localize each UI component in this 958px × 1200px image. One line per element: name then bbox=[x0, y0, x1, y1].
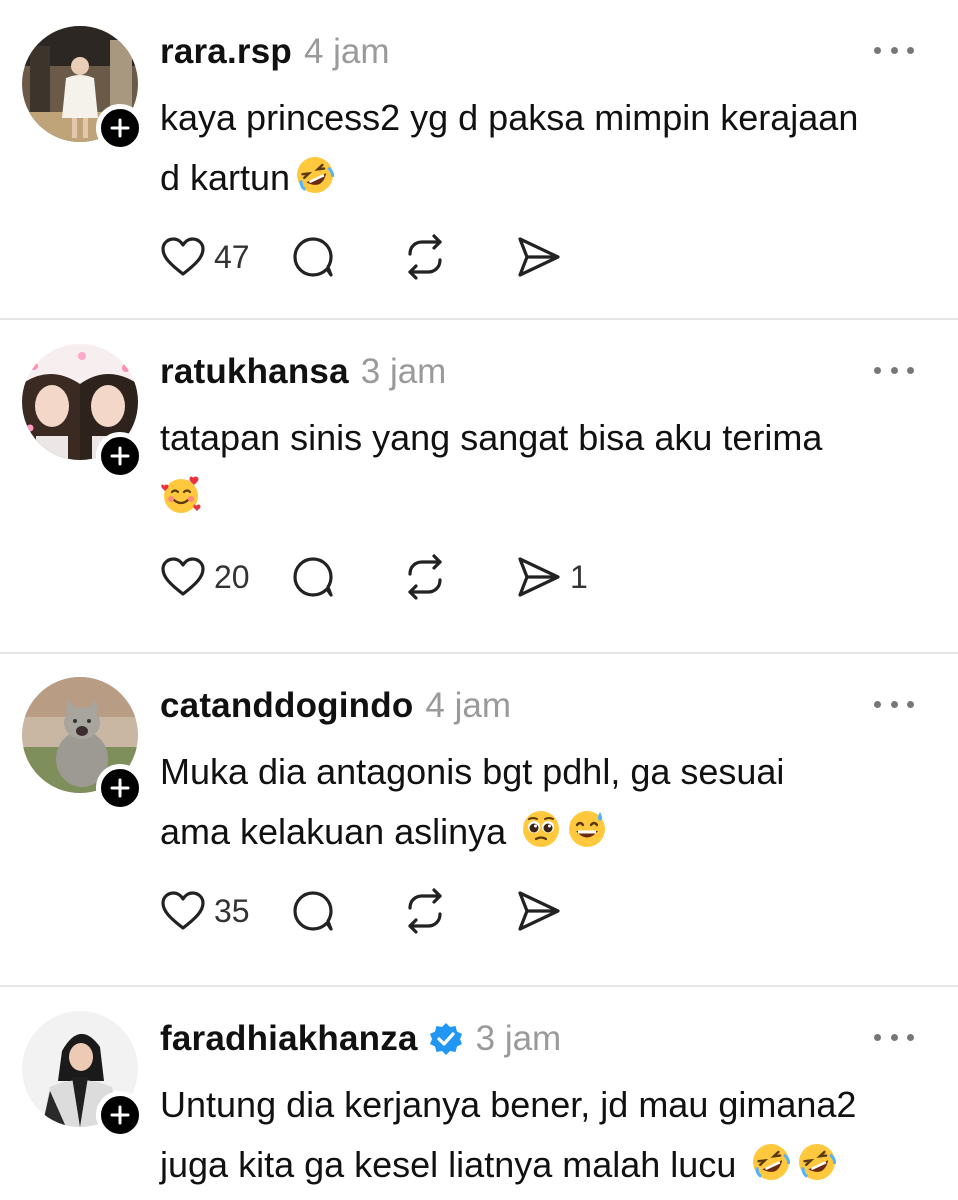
follow-plus-button[interactable] bbox=[96, 1091, 144, 1139]
rolling-laughing-emoji-icon bbox=[753, 1144, 791, 1180]
dot-icon bbox=[874, 46, 881, 54]
post-time: 4 jam bbox=[425, 686, 512, 725]
send-icon bbox=[518, 891, 560, 931]
post-header: catanddogindo 4 jam bbox=[160, 684, 511, 728]
send-icon bbox=[518, 557, 560, 597]
username[interactable]: catanddogindo bbox=[160, 686, 413, 726]
post-text: kaya princess2 yg d paksa mimpin kerajaa… bbox=[160, 88, 940, 208]
post-item: catanddogindo 4 jam Muka dia antagonis b… bbox=[0, 654, 958, 987]
share-count: 1 bbox=[570, 558, 588, 595]
comment-icon bbox=[293, 557, 333, 597]
post-actions: 20 1 bbox=[160, 552, 634, 602]
post-text-line: kaya princess2 yg d paksa mimpin kerajaa… bbox=[160, 97, 859, 138]
post-item: rara.rsp 4 jam kaya princess2 yg d paksa… bbox=[0, 0, 958, 320]
threads-feed: rara.rsp 4 jam kaya princess2 yg d paksa… bbox=[0, 0, 958, 1200]
post-header: ratukhansa 3 jam bbox=[160, 350, 446, 394]
post-text: tatapan sinis yang sangat bisa aku terim… bbox=[160, 408, 940, 528]
like-button[interactable]: 47 bbox=[160, 236, 290, 278]
dot-icon bbox=[907, 700, 914, 708]
post-actions: 35 bbox=[160, 886, 634, 936]
share-button[interactable] bbox=[514, 888, 634, 934]
plus-icon bbox=[110, 1105, 130, 1125]
dot-icon bbox=[890, 366, 898, 374]
post-text-line: tatapan sinis yang sangat bisa aku terim… bbox=[160, 417, 823, 458]
dot-icon bbox=[907, 1033, 914, 1041]
username[interactable]: rara.rsp bbox=[160, 32, 292, 72]
dot-icon bbox=[907, 366, 914, 374]
follow-plus-button[interactable] bbox=[96, 432, 144, 480]
repost-icon bbox=[408, 888, 442, 934]
send-icon bbox=[518, 237, 560, 277]
like-count: 35 bbox=[214, 892, 250, 929]
dot-icon bbox=[890, 46, 898, 54]
reply-button[interactable] bbox=[290, 554, 402, 600]
grinning-sweat-emoji-icon bbox=[569, 811, 606, 847]
repost-button[interactable] bbox=[402, 234, 514, 280]
plus-icon bbox=[110, 118, 130, 138]
rolling-laughing-emoji-icon bbox=[297, 157, 335, 193]
dot-icon bbox=[874, 1033, 881, 1041]
share-button[interactable] bbox=[514, 234, 634, 280]
username[interactable]: faradhiakhanza bbox=[160, 1019, 418, 1059]
dot-icon bbox=[890, 700, 898, 708]
dot-icon bbox=[874, 700, 881, 708]
post-item: faradhiakhanza 3 jam Untung dia kerjanya… bbox=[0, 987, 958, 1200]
username[interactable]: ratukhansa bbox=[160, 352, 349, 392]
post-item: ratukhansa 3 jam tatapan sinis yang sang… bbox=[0, 320, 958, 654]
verified-badge-icon bbox=[428, 1021, 464, 1057]
post-text: Muka dia antagonis bgt pdhl, ga sesuai a… bbox=[160, 742, 940, 862]
post-time: 3 jam bbox=[360, 352, 447, 391]
like-count: 20 bbox=[214, 558, 250, 595]
reply-button[interactable] bbox=[290, 234, 402, 280]
more-options-button[interactable] bbox=[874, 38, 914, 62]
post-actions: 47 bbox=[160, 232, 634, 282]
post-text-line: ama kelakuan aslinya bbox=[160, 811, 517, 852]
post-text-line: Untung dia kerjanya bener, jd mau gimana… bbox=[160, 1084, 857, 1125]
more-options-button[interactable] bbox=[874, 1025, 914, 1049]
dot-icon bbox=[874, 366, 881, 374]
heart-icon bbox=[161, 557, 205, 596]
pleading-face-emoji-icon bbox=[523, 811, 560, 847]
reply-button[interactable] bbox=[290, 888, 402, 934]
follow-plus-button[interactable] bbox=[96, 764, 144, 812]
repost-button[interactable] bbox=[402, 888, 514, 934]
comment-icon bbox=[293, 891, 333, 931]
follow-plus-button[interactable] bbox=[96, 104, 144, 152]
smiling-hearts-emoji-icon bbox=[161, 476, 201, 513]
post-header: rara.rsp 4 jam bbox=[160, 30, 390, 74]
heart-icon bbox=[161, 237, 205, 276]
comment-icon bbox=[293, 237, 333, 277]
post-text-line: d kartun bbox=[160, 157, 291, 198]
post-header: faradhiakhanza 3 jam bbox=[160, 1017, 561, 1061]
rolling-laughing-emoji-icon bbox=[799, 1144, 837, 1180]
post-text: Untung dia kerjanya bener, jd mau gimana… bbox=[160, 1075, 940, 1195]
repost-button[interactable] bbox=[402, 554, 514, 600]
plus-icon bbox=[110, 778, 130, 798]
dot-icon bbox=[890, 1033, 898, 1041]
like-button[interactable]: 35 bbox=[160, 890, 290, 932]
post-text-line: Muka dia antagonis bgt pdhl, ga sesuai bbox=[160, 751, 785, 792]
share-button[interactable]: 1 bbox=[514, 554, 634, 600]
more-options-button[interactable] bbox=[874, 692, 914, 716]
plus-icon bbox=[110, 446, 130, 466]
dot-icon bbox=[907, 46, 914, 54]
like-button[interactable]: 20 bbox=[160, 556, 290, 598]
heart-icon bbox=[161, 891, 205, 930]
more-options-button[interactable] bbox=[874, 358, 914, 382]
post-time: 3 jam bbox=[475, 1019, 562, 1058]
post-text-line: juga kita ga kesel liatnya malah lucu bbox=[160, 1144, 747, 1185]
repost-icon bbox=[408, 554, 442, 600]
repost-icon bbox=[408, 234, 442, 280]
post-time: 4 jam bbox=[303, 32, 390, 71]
like-count: 47 bbox=[214, 238, 250, 275]
